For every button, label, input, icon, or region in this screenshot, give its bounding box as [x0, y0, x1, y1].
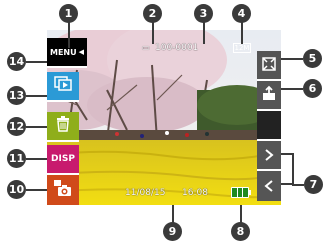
callout-line-11 [26, 158, 47, 160]
next-image-button[interactable] [257, 141, 281, 171]
delete-button[interactable] [47, 112, 79, 142]
previous-image-button[interactable] [257, 171, 281, 201]
disp-button[interactable]: DISP [47, 145, 79, 175]
right-blank-button [257, 111, 281, 141]
callout-7: 7 [304, 175, 323, 194]
battery-icon [231, 187, 251, 198]
callout-line-12 [26, 126, 47, 128]
trash-icon [56, 116, 70, 136]
callout-3: 3 [194, 4, 213, 23]
date-display: 11/08/15 [125, 188, 166, 198]
print-camera-icon [53, 179, 73, 201]
callout-14: 14 [7, 52, 26, 71]
callout-line-14 [26, 61, 47, 63]
callout-8: 8 [231, 222, 250, 241]
callout-4: 4 [232, 4, 251, 23]
chevron-right-icon [264, 146, 274, 165]
callout-2: 2 [143, 4, 162, 23]
callout-13: 13 [7, 86, 26, 105]
callout-line-9 [172, 205, 174, 223]
camera-lcd-screen: MENU ◀ DISP ▭ 100-0001 12M 11/08/15 16:0… [47, 30, 281, 205]
zoom-button[interactable] [257, 51, 281, 81]
rotate-icon [262, 85, 276, 105]
image-size-label: 12M [234, 43, 250, 52]
disp-label: DISP [51, 154, 75, 164]
menu-arrow-icon: ◀ [78, 48, 84, 56]
time-display: 16:08 [182, 188, 208, 198]
callout-12: 12 [7, 117, 26, 136]
chevron-left-icon [264, 177, 274, 196]
image-size-badge: 12M [233, 43, 251, 53]
callout-11: 11 [7, 149, 26, 168]
callout-line-13 [26, 95, 47, 97]
callout-line-7c [292, 153, 294, 185]
menu-button[interactable]: MENU ◀ [47, 38, 87, 68]
memory-icon: ▭ [142, 43, 150, 52]
rotate-button[interactable] [257, 81, 281, 111]
print-button[interactable] [47, 175, 79, 205]
callout-10: 10 [7, 180, 26, 199]
file-number: 100-0001 [155, 43, 199, 53]
callout-9: 9 [163, 222, 182, 241]
callout-line-7d [292, 184, 304, 186]
callout-5: 5 [303, 49, 322, 68]
zoom-icon [262, 56, 276, 75]
menu-label: MENU [49, 47, 77, 57]
slideshow-button[interactable] [47, 72, 79, 102]
callout-6: 6 [303, 79, 322, 98]
slideshow-icon [54, 76, 72, 96]
callout-line-10 [26, 189, 47, 191]
callout-line-8 [240, 205, 242, 223]
callout-1: 1 [59, 4, 78, 23]
callout-line-6 [281, 88, 303, 90]
callout-line-5 [281, 58, 303, 60]
